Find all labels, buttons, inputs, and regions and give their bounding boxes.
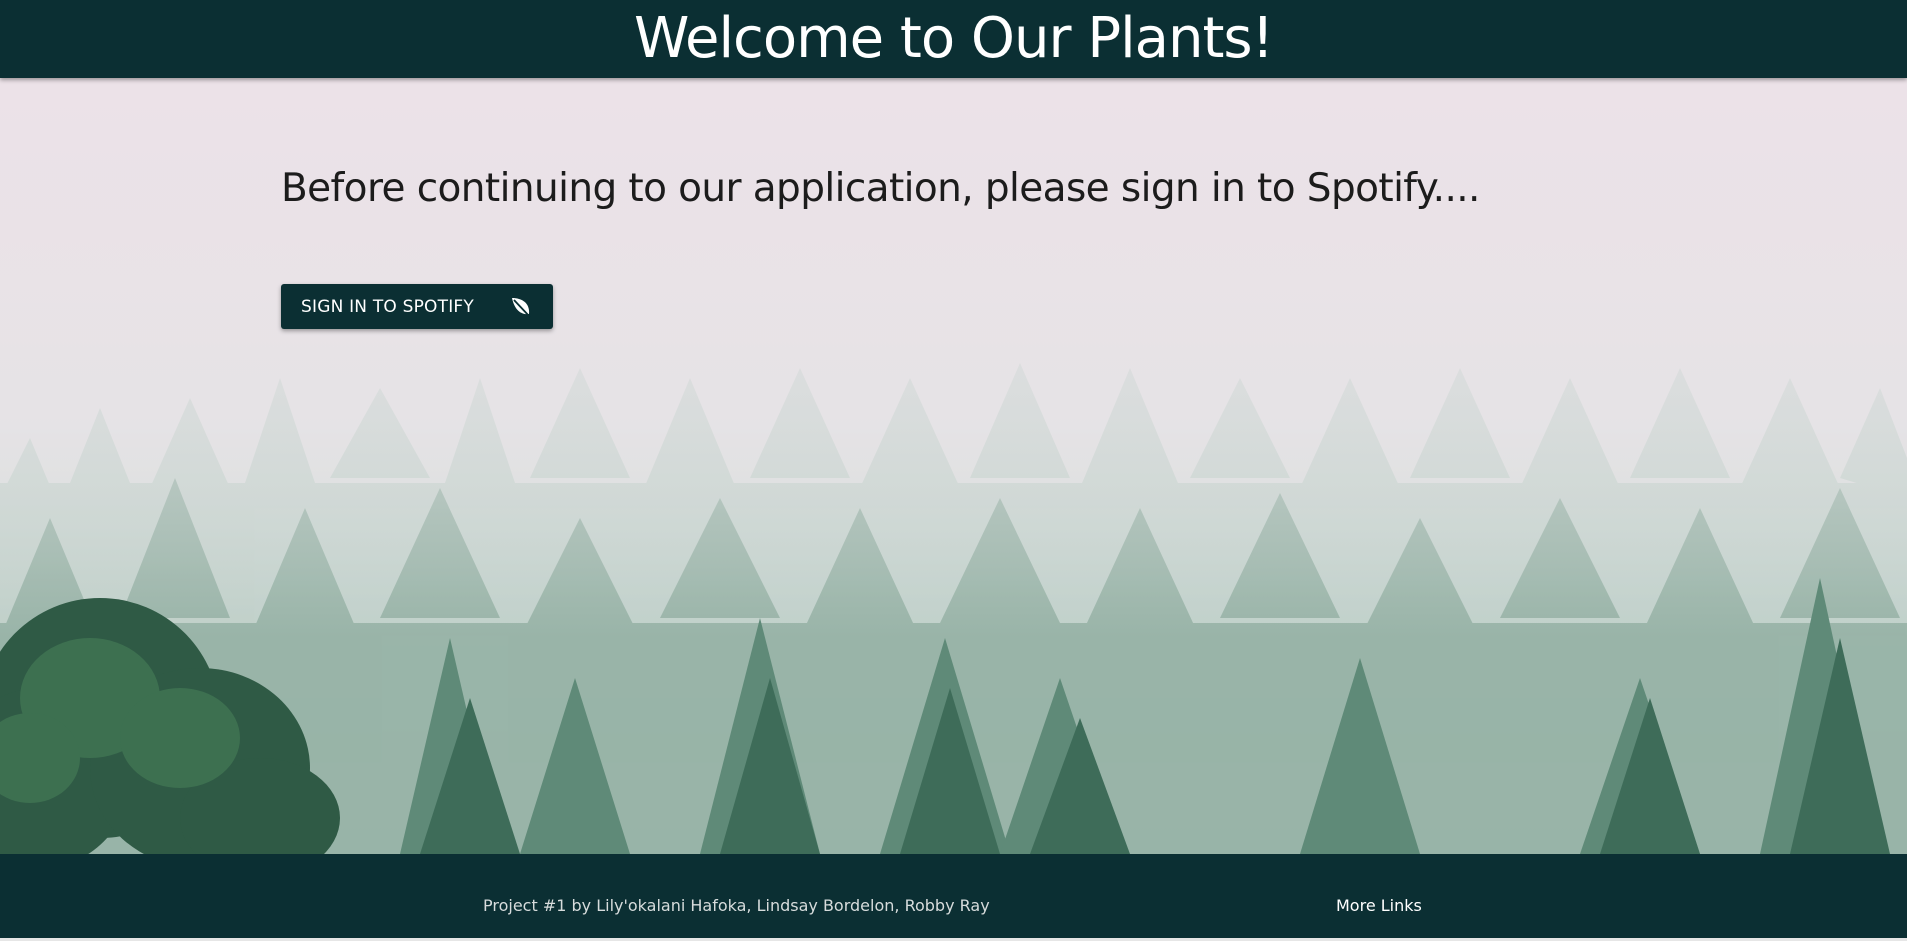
signin-spotify-button[interactable]: SIGN IN TO SPOTIFY	[281, 284, 553, 329]
page: Welcome to Our Plants! Before continuing…	[0, 0, 1907, 941]
hero-content: Before continuing to our application, pl…	[281, 166, 1480, 329]
top-bar: Welcome to Our Plants!	[0, 0, 1907, 78]
leaf-icon	[509, 295, 533, 319]
signin-prompt: Before continuing to our application, pl…	[281, 166, 1480, 211]
signin-button-label: SIGN IN TO SPOTIFY	[301, 296, 474, 317]
hero-section: Before continuing to our application, pl…	[0, 78, 1907, 854]
page-title: Welcome to Our Plants!	[633, 6, 1274, 71]
footer: Project #1 by Lily'okalani Hafoka, Linds…	[0, 854, 1907, 941]
more-links-link[interactable]: More Links	[1336, 896, 1422, 915]
footer-credit: Project #1 by Lily'okalani Hafoka, Linds…	[483, 896, 990, 915]
